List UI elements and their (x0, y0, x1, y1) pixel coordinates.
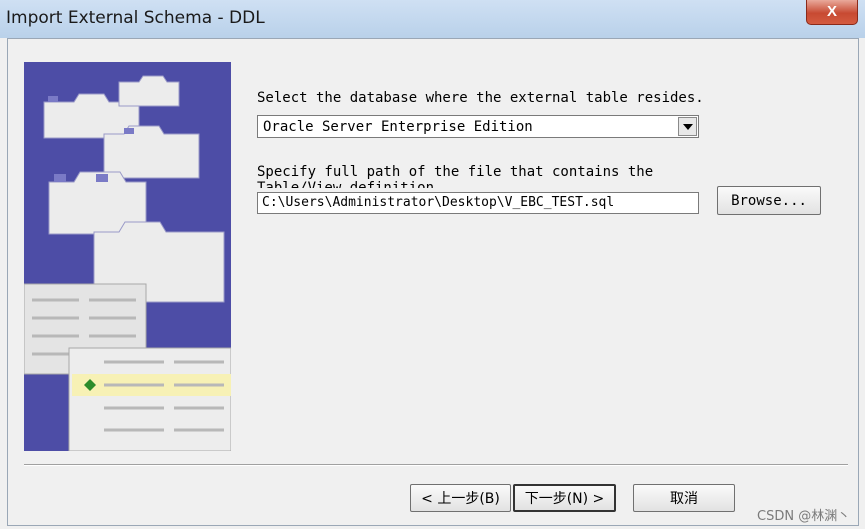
database-select-value: Oracle Server Enterprise Edition (263, 119, 533, 135)
cancel-button[interactable]: 取消 (633, 484, 735, 512)
browse-button[interactable]: Browse... (717, 186, 821, 215)
window-title: Import External Schema - DDL (6, 8, 265, 28)
footer-divider (24, 464, 848, 466)
database-select[interactable]: Oracle Server Enterprise Edition (257, 115, 699, 138)
folder-shape (103, 125, 200, 179)
next-button[interactable]: 下一步(N) > (513, 484, 616, 512)
back-button[interactable]: < 上一步(B) (410, 484, 511, 512)
path-label-line1: Specify full path of the file that conta… (257, 164, 654, 180)
file-path-input[interactable]: C:\Users\Administrator\Desktop\V_EBC_TES… (257, 192, 699, 214)
watermark: CSDN @林渊丶 (757, 509, 851, 524)
title-bar: Import External Schema - DDL X (0, 0, 865, 38)
close-button[interactable]: X (806, 0, 858, 25)
close-icon: X (826, 3, 837, 20)
database-label: Select the database where the external t… (257, 90, 704, 106)
path-label-line2: Table/View definition (257, 180, 435, 188)
dropdown-arrow-icon[interactable] (678, 117, 697, 136)
wizard-illustration (24, 62, 231, 451)
folder-shape (118, 75, 180, 107)
folders-and-tables-graphic (24, 75, 231, 451)
